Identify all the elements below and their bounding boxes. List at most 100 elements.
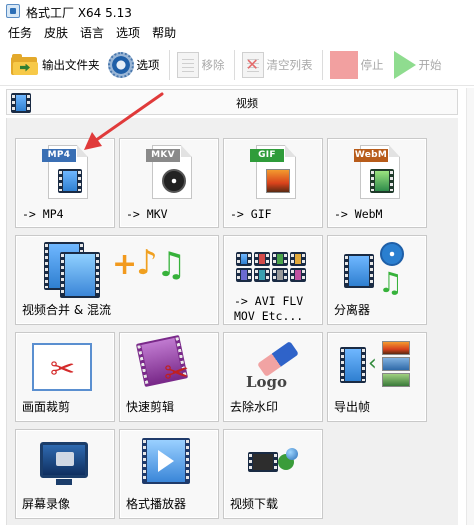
tile-avi-flv-mov[interactable]: -> AVI FLV MOV Etc... <box>223 235 323 325</box>
music-note-icon: ♪ <box>136 243 158 283</box>
scissors-icon: ✂ <box>50 352 76 387</box>
mp4-file-icon: MP4 <box>42 145 92 201</box>
plus-icon: + <box>112 247 138 282</box>
monitor-stand <box>56 479 72 485</box>
gif-file-icon: GIF <box>250 145 300 201</box>
remove-icon <box>176 51 199 78</box>
tile-label: -> GIF <box>230 207 272 221</box>
menu-language[interactable]: 语言 <box>74 23 110 43</box>
tile-label: 导出帧 <box>334 400 371 414</box>
window-title: 格式工厂 X64 5.13 <box>26 6 132 20</box>
tile-label: 格式播放器 <box>126 497 187 511</box>
menu-task[interactable]: 任务 <box>0 23 38 43</box>
mkv-file-icon: MKV <box>146 145 196 201</box>
tile-remove-watermark[interactable]: Logo 去除水印 <box>223 332 323 422</box>
mp4-badge: MP4 <box>42 149 76 162</box>
toolbar-divider <box>168 49 170 80</box>
menu-help[interactable]: 帮助 <box>146 23 182 43</box>
image-icon <box>382 341 410 355</box>
scissors-icon: ✂ <box>164 356 190 391</box>
chevron-left-icon: ‹ <box>368 351 377 376</box>
clear-list-button[interactable]: 清空列表 <box>239 47 316 83</box>
menu-options[interactable]: 选项 <box>110 23 146 43</box>
image-icon <box>382 357 410 371</box>
film-icon <box>248 452 278 472</box>
tile-splitter[interactable]: ♫ 分离器 <box>327 235 427 325</box>
title-bar: 格式工厂 X64 5.13 <box>0 0 474 22</box>
gear-icon <box>107 51 134 78</box>
film-reel-icon <box>162 169 186 193</box>
format-icon <box>290 252 306 266</box>
tile-screen-record[interactable]: 屏幕录像 <box>15 429 115 519</box>
eraser-icon <box>257 340 299 378</box>
tile-label: 视频合并 & 混流 <box>22 303 111 317</box>
tile-label: -> MKV <box>126 207 168 221</box>
format-icon <box>290 268 306 282</box>
toolbar: 输出文件夹 选项 移除 清空列表 停止 开始 <box>0 44 474 86</box>
section-video-header[interactable]: 视频 <box>6 89 458 115</box>
tile-quick-clip[interactable]: ✂ 快速剪辑 <box>119 332 219 422</box>
start-button[interactable]: 开始 <box>389 47 445 83</box>
video-tools-grid: MP4 -> MP4 MKV -> MKV GIF -> GIF WebM ->… <box>6 118 458 525</box>
tile-player[interactable]: 格式播放器 <box>119 429 219 519</box>
film-icon <box>60 252 100 298</box>
play-icon <box>393 50 416 79</box>
tile-webm[interactable]: WebM -> WebM <box>327 138 427 228</box>
clear-list-label: 清空列表 <box>266 57 313 72</box>
film-icon <box>344 254 374 288</box>
format-icon <box>272 252 288 266</box>
format-icon <box>236 252 252 266</box>
menu-skin[interactable]: 皮肤 <box>38 23 74 43</box>
stop-icon <box>329 50 358 79</box>
image-icon <box>382 373 410 387</box>
toolbar-divider <box>233 49 235 80</box>
tile-label: 视频下载 <box>230 497 279 511</box>
tile-label: -> WebM <box>334 207 383 221</box>
start-label: 开始 <box>418 57 442 72</box>
music-note-icon: ♫ <box>156 245 187 285</box>
output-folder-button[interactable]: 输出文件夹 <box>8 47 103 83</box>
image-icon <box>266 169 290 193</box>
output-folder-label: 输出文件夹 <box>42 57 100 72</box>
tile-mkv[interactable]: MKV -> MKV <box>119 138 219 228</box>
mkv-badge: MKV <box>146 149 180 162</box>
tile-label: 快速剪辑 <box>126 400 175 414</box>
webm-file-icon: WebM <box>354 145 404 201</box>
gif-badge: GIF <box>250 149 284 162</box>
right-panel-edge <box>466 88 474 525</box>
remove-button[interactable]: 移除 <box>174 47 228 83</box>
play-icon <box>158 450 174 472</box>
webm-badge: WebM <box>354 149 388 162</box>
format-icon <box>272 268 288 282</box>
tile-label: 分离器 <box>334 303 371 317</box>
menu-bar: 任务 皮肤 语言 选项 帮助 <box>0 23 474 43</box>
tile-merge-mux[interactable]: + ♪ ♫ 视频合并 & 混流 <box>15 235 219 325</box>
format-icon <box>236 268 252 282</box>
film-icon <box>340 347 366 383</box>
globe-icon <box>286 448 298 460</box>
remove-label: 移除 <box>201 57 225 72</box>
clear-list-icon <box>241 51 264 78</box>
logo-text-icon: Logo <box>246 373 288 391</box>
tile-mp4[interactable]: MP4 -> MP4 <box>15 138 115 228</box>
app-icon <box>6 4 20 18</box>
music-note-icon: ♫ <box>378 266 404 299</box>
stop-button[interactable]: 停止 <box>327 47 387 83</box>
tile-export-frames[interactable]: ‹ 导出帧 <box>327 332 427 422</box>
tile-gif[interactable]: GIF -> GIF <box>223 138 323 228</box>
toolbar-divider <box>321 49 323 80</box>
tile-label: 画面裁剪 <box>22 400 71 414</box>
tile-label: -> AVI FLV MOV Etc... <box>234 294 304 323</box>
folder-icon <box>11 53 39 76</box>
tile-video-download[interactable]: 视频下载 <box>223 429 323 519</box>
film-reel-icon <box>380 242 404 266</box>
stop-label: 停止 <box>360 57 384 72</box>
tile-crop[interactable]: ✂ 画面裁剪 <box>15 332 115 422</box>
options-label: 选项 <box>136 57 160 72</box>
options-button[interactable]: 选项 <box>105 47 163 83</box>
format-icon <box>254 252 270 266</box>
format-icon <box>254 268 270 282</box>
tile-label: -> MP4 <box>22 207 64 221</box>
section-label: 视频 <box>236 97 258 110</box>
tile-label: 屏幕录像 <box>22 497 71 511</box>
